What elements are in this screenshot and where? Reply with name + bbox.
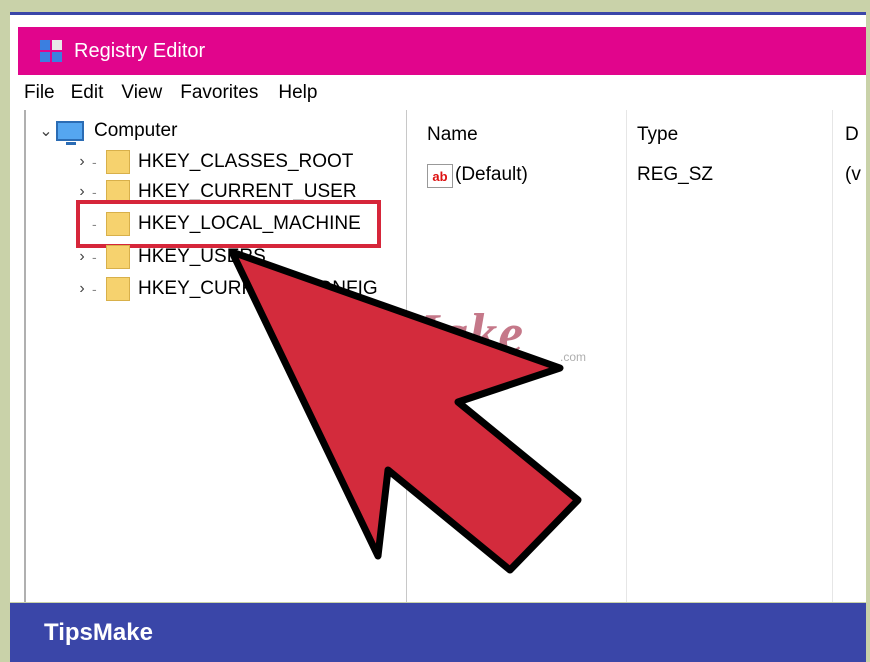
footer-brand: TipsMake bbox=[44, 618, 153, 646]
pointer-arrow-icon bbox=[228, 248, 582, 574]
footer-banner: TipsMake bbox=[10, 603, 866, 662]
